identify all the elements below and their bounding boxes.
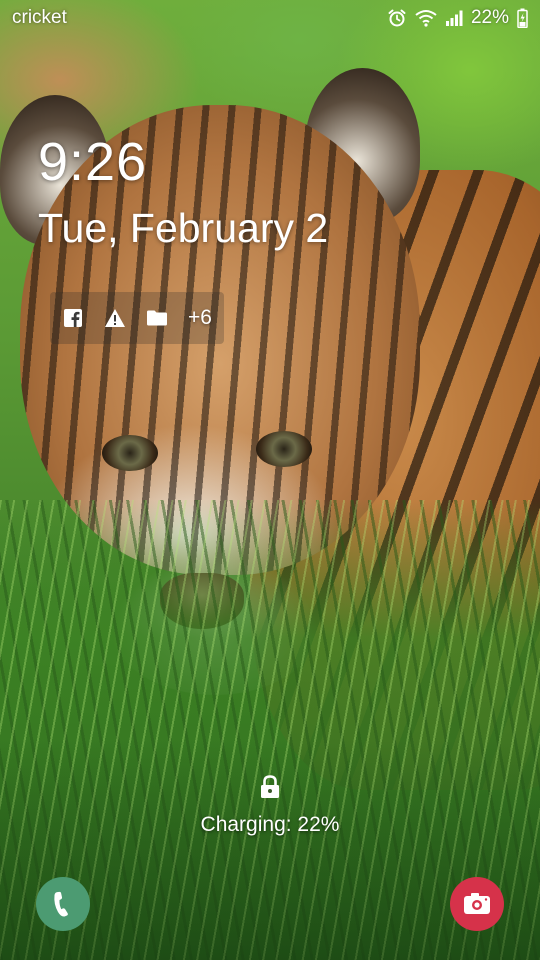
tiger-eye-right [256,431,312,467]
notification-icons-row[interactable]: +6 [50,292,224,344]
charging-status: Charging: 22% [200,813,340,836]
status-icons: 22% [387,7,528,29]
lock-icon[interactable] [258,774,282,800]
phone-icon [54,891,68,917]
status-bar[interactable]: cricket 22% [0,0,540,36]
signal-icon [445,10,463,26]
phone-shortcut[interactable] [36,877,90,931]
grass-shadow [0,740,540,960]
lockscreen-date: Tue, February 2 [38,205,329,251]
wifi-icon [415,10,437,27]
alarm-icon [388,9,406,27]
camera-icon [464,893,490,914]
battery-charging-icon [517,8,528,28]
camera-shortcut[interactable] [450,877,504,931]
lockscreen-clock: 9:26 [38,132,148,192]
carrier-name: cricket [12,7,67,28]
folder-icon [147,310,167,326]
tiger-eye-left [102,435,158,471]
battery-percent: 22% [470,7,509,28]
lock-screen: cricket 22% 9:26 Tue, February 2 +6 Char… [0,0,540,960]
warning-icon [105,309,125,327]
facebook-icon [64,309,82,327]
notification-more-count: +6 [188,306,212,329]
